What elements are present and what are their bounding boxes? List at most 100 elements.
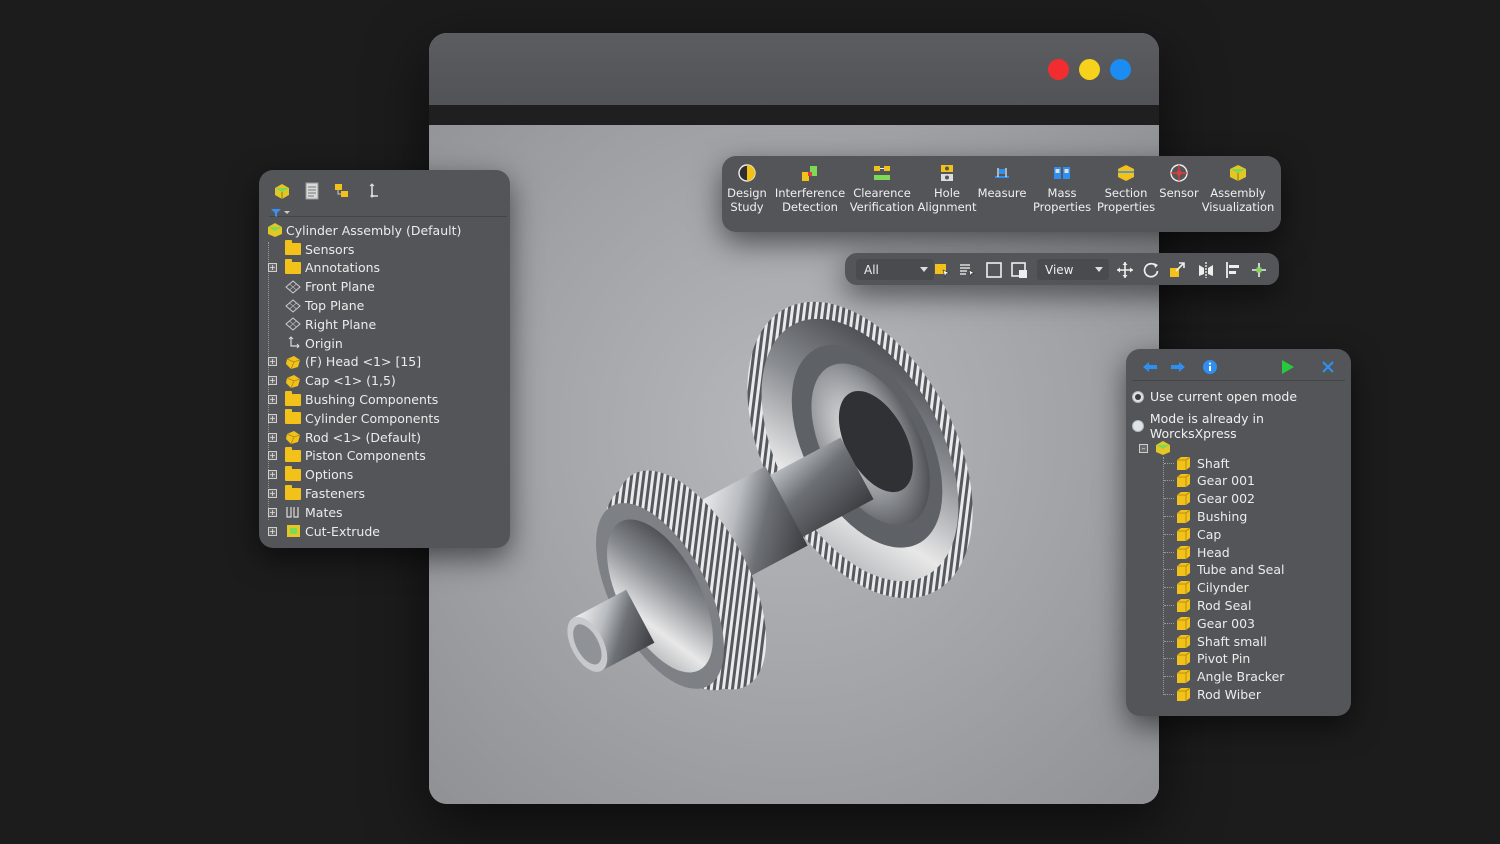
clearance-verification-button[interactable]: Clearence Verification [850,162,914,214]
expand-toggle[interactable]: + [268,263,277,273]
collapse-toggle[interactable]: – [1139,444,1148,453]
minimize-button[interactable] [1079,59,1100,80]
zoom-to-fit-icon[interactable] [1166,259,1187,280]
box-select-icon[interactable] [983,259,1004,280]
info-icon[interactable] [1200,357,1220,377]
part-cube-icon [1177,687,1191,701]
part-list-item[interactable]: Shaft small [1164,632,1267,650]
forward-arrow-icon[interactable] [1168,357,1188,377]
command-label-line2: Detection [782,199,838,214]
part-list-item[interactable]: Gear 001 [1164,472,1255,490]
feature-manager-icon[interactable] [271,180,293,202]
expand-toggle[interactable]: + [268,357,277,367]
tree-item[interactable]: + (F) Head <1> [15] [264,353,506,372]
hole-alignment-button[interactable]: Hole Alignment [917,162,977,214]
expand-toggle[interactable]: + [268,470,277,480]
tree-filter[interactable] [269,203,507,217]
view-dropdown-value: View [1045,262,1074,277]
mass-properties-button[interactable]: Mass Properties [1032,162,1092,214]
view-dropdown[interactable]: View [1037,259,1109,280]
tree-root-item[interactable]: Cylinder Assembly (Default) [264,221,506,240]
move-component-icon[interactable] [1248,259,1269,280]
tree-item[interactable]: + Annotations [264,258,506,278]
expand-toggle[interactable]: + [268,526,277,536]
expand-toggle[interactable]: + [268,451,277,461]
radio-button[interactable] [1132,420,1144,432]
part-cube-icon [1177,456,1191,470]
part-list-item[interactable]: Gear 002 [1164,490,1255,508]
part-label: Rod Seal [1197,597,1252,613]
measure-button[interactable]: Measure [972,162,1032,201]
command-label-line1: Assembly [1210,186,1266,200]
feature-tree-panel: Cylinder Assembly (Default) Sensors + Anno… [259,170,510,548]
part-list-item[interactable]: Rod Seal [1164,596,1251,614]
tree-item-label: Sensors [305,241,355,257]
tree-item[interactable]: Sensors [264,240,506,259]
part-cube-icon [1177,491,1191,506]
expand-toggle[interactable]: + [268,507,277,517]
part-cube-icon [1177,598,1191,612]
select-component-icon[interactable] [931,259,952,280]
tree-item[interactable]: Origin [264,334,506,353]
tree-item[interactable]: + Cut-Extrude [264,522,506,541]
pan-icon[interactable] [1114,259,1135,280]
design-study-button[interactable]: Design Study [717,162,777,214]
close-button[interactable] [1048,59,1069,80]
maximize-button[interactable] [1110,59,1131,80]
expand-toggle[interactable]: + [268,395,277,405]
dimxpert-icon[interactable] [361,180,383,202]
view-toolbar: All View [845,253,1279,285]
run-play-icon[interactable] [1278,357,1298,377]
expand-toggle[interactable]: + [268,489,277,499]
part-list-item[interactable]: Tube and Seal [1164,561,1285,579]
part-list-item[interactable]: Cap [1164,525,1221,543]
select-list-icon[interactable] [956,259,977,280]
command-label-line2: Properties [1096,199,1156,214]
part-list-item[interactable]: Rod Wiber [1164,685,1261,703]
tree-item[interactable]: Front Plane [264,277,506,296]
back-arrow-icon[interactable] [1140,357,1160,377]
section-properties-button[interactable]: Section Properties [1096,162,1156,214]
tree-item[interactable]: Right Plane [264,315,506,334]
part-list-item[interactable]: Cilynder [1164,579,1249,597]
interference-detection-button[interactable]: Interference Detection [775,162,845,214]
tree-item[interactable]: + Bushing Components [264,390,506,409]
expand-toggle[interactable]: + [268,413,277,423]
part-list-item[interactable]: Angle Bracker [1164,668,1284,686]
expand-toggle[interactable]: + [268,376,277,386]
part-list-item[interactable]: Head [1164,543,1230,561]
filter-icon[interactable] [269,208,291,218]
lasso-select-icon[interactable] [1008,259,1029,280]
close-icon[interactable] [1318,357,1338,377]
radio-button[interactable] [1132,390,1144,403]
property-manager-icon[interactable] [301,180,323,202]
part-list-item[interactable]: Shaft [1164,454,1230,472]
selection-filter-dropdown[interactable]: All [856,259,934,280]
command-label-line2: Properties [1032,199,1092,214]
part-cube-icon [1177,651,1191,666]
mode-option-label: Mode is already in WorcksXpress [1149,411,1264,441]
rotate-icon[interactable] [1140,259,1161,280]
assembly-visualization-button[interactable]: Assembly Visualization [1202,162,1274,214]
mode-option-current[interactable]: Use current open mode [1132,389,1297,404]
part-list-item[interactable]: Pivot Pin [1164,650,1250,668]
gear-assembly-model[interactable] [560,300,1010,720]
mode-option-existing[interactable]: Mode is already in WorcksXpress [1132,411,1351,441]
part-list-item[interactable]: Bushing [1164,507,1247,525]
sensor-button[interactable]: Sensor [1149,162,1209,201]
expand-toggle[interactable]: + [268,432,277,442]
tree-item[interactable]: + Cap <1> (1,5) [264,371,506,390]
part-label: Head [1197,544,1230,560]
mirror-icon[interactable] [1195,259,1216,280]
configuration-manager-icon[interactable] [331,180,353,202]
tree-item[interactable]: Top Plane [264,296,506,315]
tree-item[interactable]: + Options [264,465,506,484]
chevron-down-icon [920,267,928,272]
tree-item[interactable]: + Piston Components [264,446,506,466]
tree-item[interactable]: + Cylinder Components [264,409,506,428]
tree-item[interactable]: + Rod <1> (Default) [264,428,506,447]
part-list-item[interactable]: Gear 003 [1164,614,1255,632]
tree-item[interactable]: + Fasteners [264,484,506,503]
tree-item[interactable]: + Mates [264,503,506,522]
align-icon[interactable] [1222,259,1243,280]
